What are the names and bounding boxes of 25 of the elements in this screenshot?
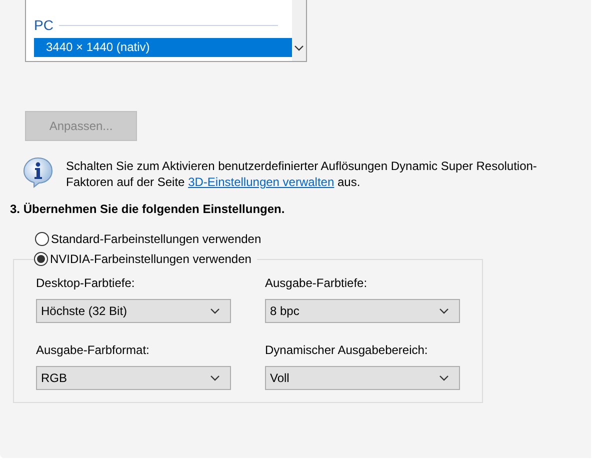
radio-button[interactable] [35,232,49,246]
dropdown[interactable]: Höchste (32 Bit) [36,299,231,323]
scroll-down-icon[interactable] [294,45,304,51]
resolution-list[interactable]: PC 3440 × 1440 (nativ) [25,0,307,62]
list-item[interactable]: 3440 × 1440 (nativ) [34,38,292,57]
caret-icon [439,375,449,381]
dropdown[interactable]: Voll [265,366,460,390]
caret-icon [439,308,449,314]
dropdown[interactable]: 8 bpc [265,299,460,323]
info-icon [22,156,54,188]
radio-label[interactable]: NVIDIA-Farbeinstellungen verwenden [50,252,252,266]
caret-icon [210,308,220,314]
group-label: PC [34,17,54,33]
caret-icon [210,375,220,381]
radio-label[interactable]: Standard-Farbeinstellungen verwenden [51,232,262,246]
settings-link[interactable]: 3D-Einstellungen verwalten [188,175,334,189]
field-label: Dynamischer Ausgabebereich: [265,343,429,357]
dropdown[interactable]: RGB [36,366,231,390]
info-text: Schalten Sie zum Aktivieren benutzerdefinierter Auflösungen Dynamic Super Resolution-Faktoren auf der Seite 3D-Einstellungen verwalten aus. [66,158,538,190]
scrollbar[interactable] [292,0,306,61]
step-heading: 3. Übernehmen Sie die folgenden Einstellungen. [10,202,285,216]
field-label: Ausgabe-Farbformat: [36,343,150,357]
field-label: Desktop-Farbtiefe: [36,276,136,290]
radio-button[interactable] [34,252,48,266]
field-label: Ausgabe-Farbtiefe: [265,276,368,290]
